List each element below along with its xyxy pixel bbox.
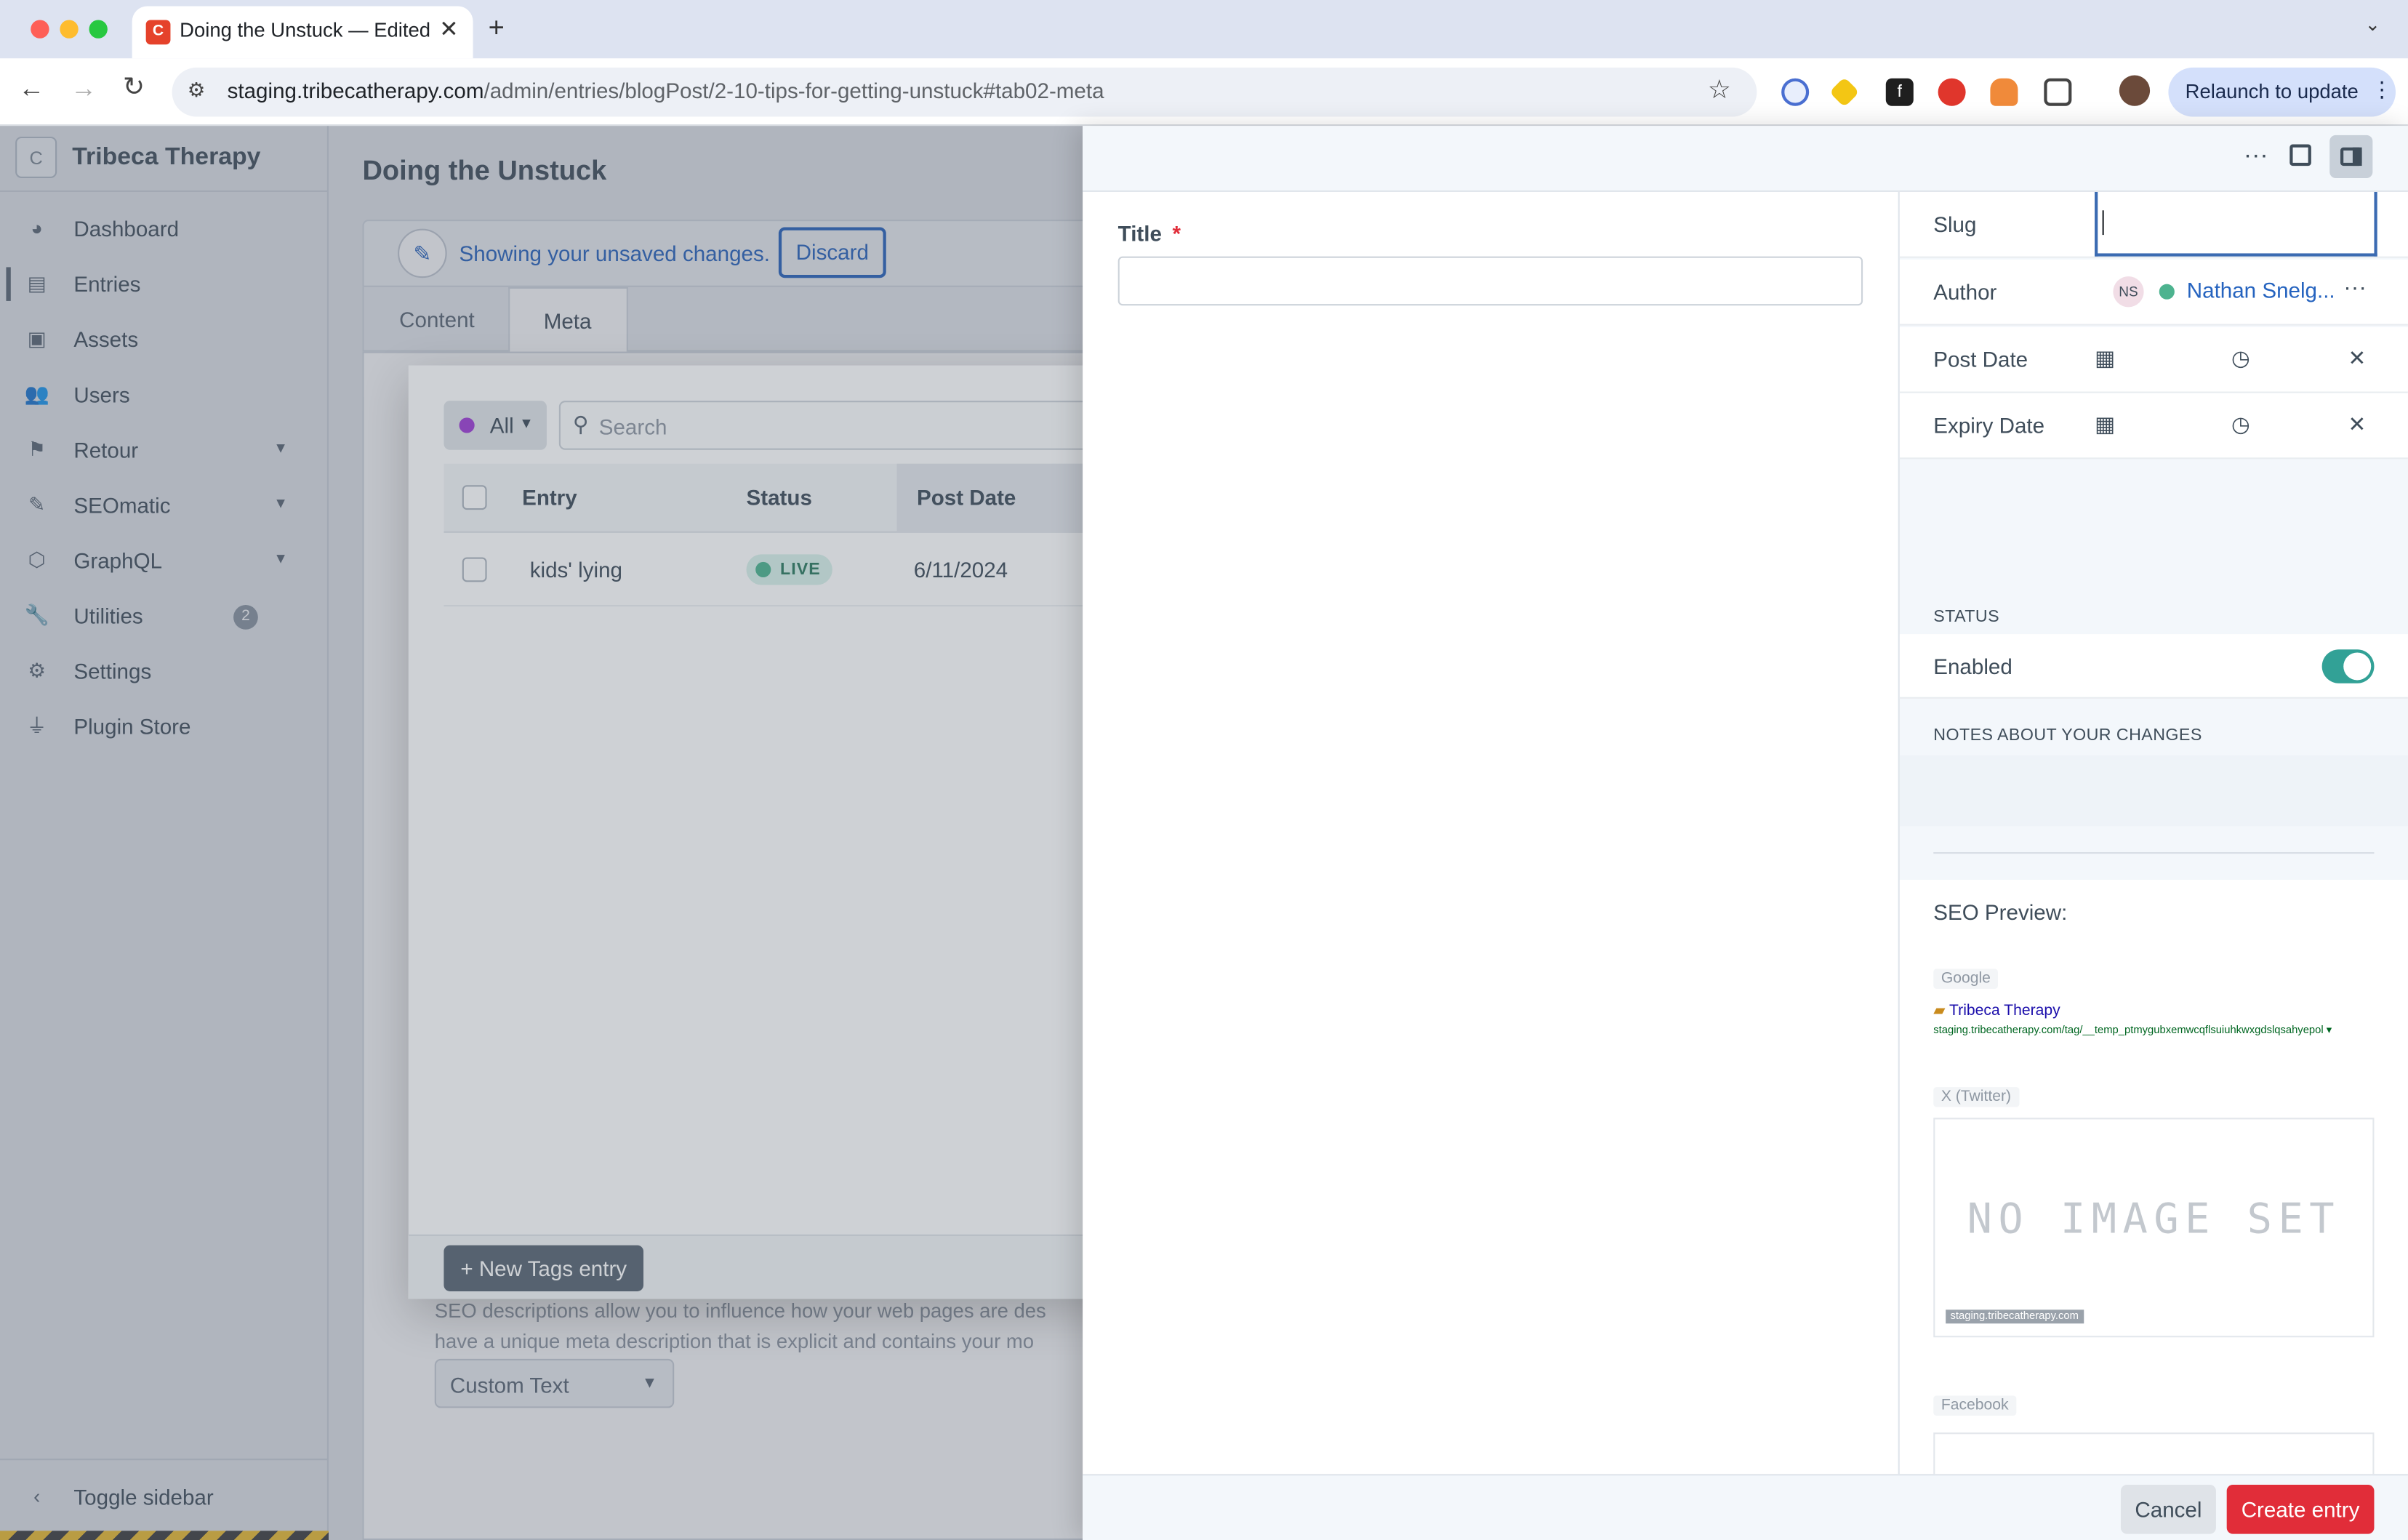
browser-tab-title: Doing the Unstuck — Edited [180,18,431,42]
google-label: Google [1933,968,1999,989]
password-extension-icon[interactable] [1781,78,1810,106]
enabled-label: Enabled [1933,654,2012,679]
modal-dim-overlay [408,365,1085,1299]
open-in-new-tab-icon[interactable] [2289,144,2311,167]
create-entry-button[interactable]: Create entry [2226,1485,2375,1534]
toggle-knob [2343,652,2372,681]
new-tab-button[interactable]: + [489,12,505,44]
slug-row: Slug [1899,191,2408,258]
google-result-url: staging.tribecatherapy.com/tag/__temp_pt… [1933,1025,2332,1037]
mascot-extension-icon[interactable] [1990,78,2018,106]
more-vertical-icon[interactable]: ⋮ [2371,77,2393,103]
author-actions-icon[interactable]: ··· [2343,275,2367,301]
more-actions-icon[interactable]: ··· [2244,143,2268,170]
enabled-toggle[interactable] [2321,649,2375,683]
enabled-row: Enabled [1899,634,2408,699]
clear-post-date-icon[interactable]: ✕ [2348,345,2367,372]
forward-arrow-icon[interactable]: → [71,73,97,104]
site-favicon-icon: ▰ [1933,1002,1946,1020]
diamond-extension-icon[interactable] [1829,76,1860,108]
slug-input[interactable] [2095,191,2377,257]
author-label: Author [1933,279,1997,305]
title-input[interactable] [1117,256,1863,306]
font-extension-icon[interactable]: f [1885,78,1914,106]
facebook-card-preview: NO IMAGE SET [1933,1432,2375,1475]
calendar-icon[interactable]: ▦ [2095,345,2115,372]
address-bar[interactable]: ⚙ staging.tribecatherapy.com/admin/entri… [172,67,1757,117]
minimize-window-dot[interactable] [60,20,79,39]
browser-tabstrip: C Doing the Unstuck — Edited ✕ + ⌄ [0,0,2408,59]
notes-textarea[interactable] [1899,755,2408,827]
notes-divider [1933,851,2375,854]
site-settings-icon[interactable]: ⚙ [188,79,206,103]
notes-heading: NOTES ABOUT YOUR CHANGES [1933,726,2202,745]
entry-slideout: ··· Title * Slug Author NS Nathan Snelg.… [1083,126,2408,1540]
seo-preview-panel: SEO Preview: Google ▰ Tribeca Therapy st… [1899,880,2408,1475]
browser-tab-active[interactable]: C Doing the Unstuck — Edited ✕ [132,6,473,59]
google-title-text: Tribeca Therapy [1949,1002,2060,1020]
slideout-meta-sidebar: Slug Author NS Nathan Snelg... ··· Post … [1898,191,2408,1475]
close-window-dot[interactable] [31,20,49,39]
calendar-icon[interactable]: ▦ [2095,412,2115,438]
back-arrow-icon[interactable]: ← [18,73,44,104]
seo-preview-label: SEO Preview: [1933,899,2068,925]
relaunch-label: Relaunch to update [2185,79,2359,103]
reload-icon[interactable]: ↻ [123,72,145,103]
slideout-footer: Cancel Create entry [1083,1474,2408,1540]
puzzle-extensions-icon[interactable] [2044,78,2072,106]
adblock-extension-icon[interactable] [1938,78,1966,106]
profile-avatar[interactable] [2119,75,2151,106]
avatar: NS [2113,276,2144,308]
favicon-icon: C [145,20,171,45]
required-mark: * [1172,221,1181,246]
title-field-label: Title * [1118,221,1181,246]
clock-icon[interactable]: ◷ [2231,345,2250,372]
clock-icon[interactable]: ◷ [2231,412,2250,438]
relaunch-button[interactable]: Relaunch to update ⋮ [2168,67,2396,117]
google-result-title: ▰ Tribeca Therapy [1933,1003,2060,1019]
no-image-placeholder: NO IMAGE SET [1967,1196,2341,1244]
tab-search-chevron-icon[interactable]: ⌄ [2365,14,2380,36]
author-name-link[interactable]: Nathan Snelg... [2187,278,2335,302]
close-tab-icon[interactable]: ✕ [439,15,459,43]
twitter-card-domain: staging.tribecatherapy.com [1946,1310,2084,1324]
url-text: staging.tribecatherapy.com/admin/entries… [228,79,1104,103]
url-path: /admin/entries/blogPost/2-10-tips-for-ge… [483,78,1104,103]
post-date-label: Post Date [1933,347,2028,372]
expiry-date-row: Expiry Date ▦ ◷ ✕ [1899,393,2408,460]
url-domain: staging.tribecatherapy.com [227,78,484,103]
author-status-dot [2159,284,2175,300]
text-cursor [2102,210,2104,236]
author-row: Author NS Nathan Snelg... ··· [1899,259,2408,326]
sidebar-panel-icon-fill [2352,147,2362,167]
post-date-row: Post Date ▦ ◷ ✕ [1899,326,2408,393]
twitter-card-preview: NO IMAGE SET staging.tribecatherapy.com [1933,1118,2375,1338]
screen: C Doing the Unstuck — Edited ✕ + ⌄ ← → ↻… [0,0,2408,1540]
title-label-text: Title [1117,221,1162,246]
facebook-label: Facebook [1933,1395,2017,1416]
slug-label: Slug [1933,212,1977,237]
status-heading: STATUS [1933,608,2000,627]
cancel-button[interactable]: Cancel [2120,1485,2216,1534]
toggle-sidebar-panel-button[interactable] [2329,135,2373,178]
twitter-label: X (Twitter) [1933,1087,2019,1107]
zoom-window-dot[interactable] [89,20,108,39]
browser-toolbar: ← → ↻ ⚙ staging.tribecatherapy.com/admin… [0,58,2408,127]
bookmark-star-icon[interactable]: ☆ [1708,75,1731,105]
clear-expiry-date-icon[interactable]: ✕ [2348,412,2367,438]
expiry-date-label: Expiry Date [1933,413,2045,438]
slideout-header: ··· [1083,126,2408,192]
